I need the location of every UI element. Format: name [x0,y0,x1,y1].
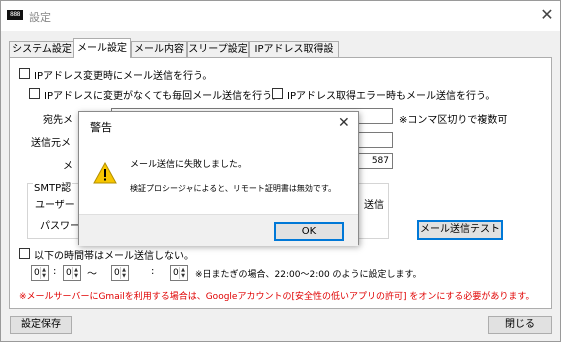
dialog-detail: 検証プロシージャによると、リモート証明書は無効です。 [130,184,337,193]
tab-mail-content[interactable]: メール内容 [131,41,187,57]
spin-arrows-icon[interactable]: ▲ ▼ [40,267,47,279]
time-colon: : [53,266,57,277]
to-minute-spinner[interactable]: 0 ▲ ▼ [170,265,188,281]
to-minute-value: 0 [173,268,179,278]
dialog-ok-button[interactable]: OK [274,222,344,241]
dialog-message: メール送信に失敗しました。 [130,160,248,170]
spin-arrows-icon[interactable]: ▲ ▼ [120,267,127,279]
tab-ip-acquisition[interactable]: IPアドレス取得設定 [249,41,339,70]
tab-sleep-settings[interactable]: スリープ設定 [187,41,249,57]
window-close-icon[interactable]: ✕ [536,4,558,26]
close-button[interactable]: 閉じる [488,316,552,334]
send-label-fragment: 送信 [364,200,384,211]
smtp-auth-label: SMTP認 [33,179,73,194]
send-on-error-checkbox[interactable] [272,88,283,99]
send-on-ip-change-label: IPアドレス変更時にメール送信を行う。 [34,71,213,82]
dialog-title: 警告 [90,121,112,134]
window-title: 設定 [29,11,51,24]
warning-icon [93,162,117,184]
to-address-label: 宛先メ [43,115,73,126]
cross-day-note: ※日またぎの場合、22:00〜2:00 のように設定します。 [195,270,422,280]
warning-dialog: 警告 ✕ メール送信に失敗しました。 検証プロシージャによると、リモート証明書は… [78,111,359,246]
to-hour-spinner[interactable]: 0 ▲ ▼ [111,265,129,281]
tab-mail-settings[interactable]: メール設定 [73,38,131,58]
from-minute-value: 0 [66,268,72,278]
settings-window: 888 設定 ✕ システム設定 メール設定 メール内容 スリープ設定 IPアドレ… [0,0,561,342]
gmail-warning-note: ※メールサーバーにGmailを利用する場合は、Googleアカウントの[安全性の… [19,292,535,302]
spin-arrows-icon[interactable]: ▲ ▼ [72,267,79,279]
time-range-tilde: 〜 [87,269,97,280]
port-label: メ [63,161,73,172]
no-send-hours-checkbox[interactable] [19,248,30,259]
password-label: パスワー [40,221,80,232]
title-bar: 888 設定 ✕ [1,1,560,31]
from-hour-spinner[interactable]: 0 ▲ ▼ [31,265,49,281]
tab-system-settings[interactable]: システム設定 [9,41,75,57]
send-every-time-label: IPアドレスに変更がなくても毎回メール送信を行う。 [44,91,282,102]
save-settings-button[interactable]: 設定保存 [10,316,72,334]
app-icon: 888 [7,10,23,20]
from-hour-value: 0 [34,268,40,278]
from-minute-spinner[interactable]: 0 ▲ ▼ [63,265,81,281]
dialog-footer: OK [79,214,358,246]
to-hour-value: 0 [114,268,120,278]
to-address-note: ※コンマ区切りで複数可 [399,115,508,126]
send-every-time-checkbox[interactable] [29,88,40,99]
mail-test-button[interactable]: メール送信テスト [417,220,503,240]
dialog-close-icon[interactable]: ✕ [338,115,350,131]
send-on-ip-change-checkbox[interactable] [19,68,30,79]
user-label: ユーザー [35,200,75,211]
no-send-hours-label: 以下の時間帯はメール送信しない。 [34,251,194,262]
spin-arrows-icon[interactable]: ▲ ▼ [179,267,186,279]
send-on-error-label: IPアドレス取得エラー時もメール送信を行う。 [287,91,496,102]
time-colon: : [151,266,155,277]
from-address-label: 送信元メ [31,138,71,149]
